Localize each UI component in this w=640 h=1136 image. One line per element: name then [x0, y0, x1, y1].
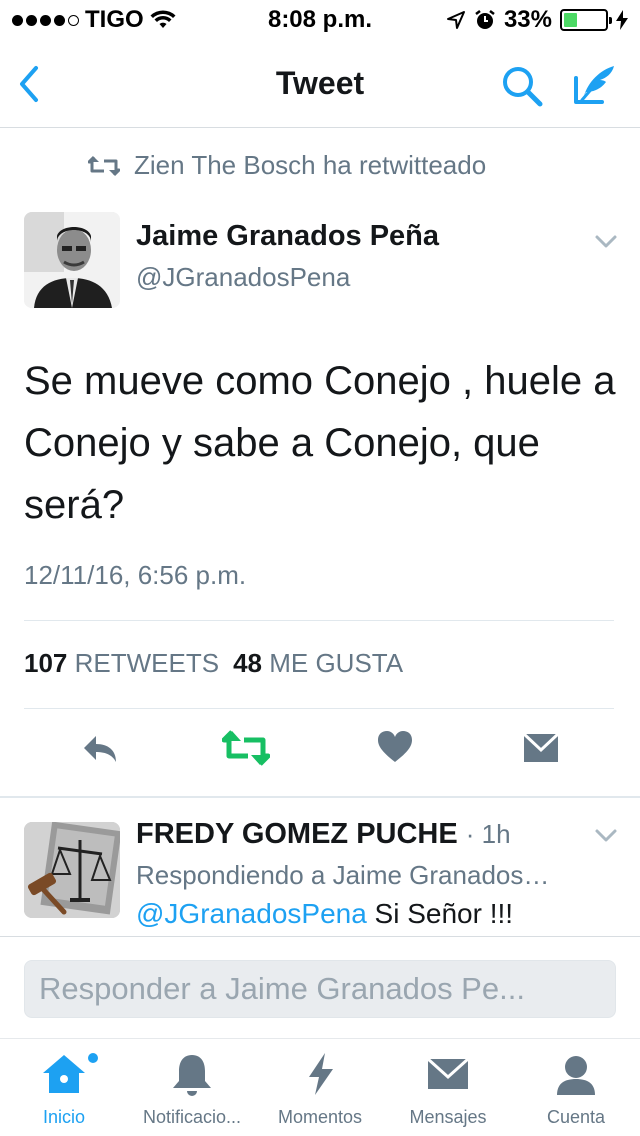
- lightning-icon: [309, 1053, 333, 1095]
- tweet-actions: [0, 728, 640, 778]
- like-label: ME GUSTA: [269, 648, 404, 678]
- author-name[interactable]: Jaime Granados Peña: [136, 220, 439, 253]
- tab-label: Notificacio...: [142, 1107, 242, 1127]
- reply-text: @JGranadosPena Si Señor !!!: [136, 898, 513, 930]
- tab-momentos[interactable]: Momentos: [256, 1039, 384, 1136]
- bell-icon: [173, 1055, 211, 1096]
- reply-context: Respondiendo a Jaime Granados…: [136, 860, 550, 890]
- author-handle[interactable]: @JGranadosPena: [136, 262, 350, 293]
- status-time: 8:08 p.m.: [267, 6, 373, 33]
- tweet-timestamp: 12/11/16, 6:56 p.m.: [24, 560, 247, 590]
- navigation-bar: Tweet: [0, 40, 640, 128]
- section-separator: [0, 796, 640, 798]
- tab-label: Mensajes: [409, 1107, 487, 1127]
- status-right: 33%: [408, 6, 628, 34]
- location-arrow-icon: [446, 11, 465, 29]
- reply-time: · 1h: [465, 819, 511, 849]
- heart-icon[interactable]: [376, 728, 414, 766]
- retweet-label: RETWEETS: [74, 648, 220, 678]
- retweet-context-text: Zien The Bosch ha retwitteado: [134, 150, 487, 180]
- likes-stat[interactable]: 48 ME GUSTA: [233, 648, 403, 679]
- reply-icon[interactable]: [80, 728, 120, 768]
- wifi-icon: [150, 10, 176, 28]
- retweet-count: 107: [24, 648, 68, 678]
- like-count: 48: [233, 648, 262, 678]
- tab-label: Momentos: [277, 1107, 363, 1127]
- home-notification-dot: [86, 1051, 100, 1065]
- tab-mensajes[interactable]: Mensajes: [384, 1039, 512, 1136]
- status-left: TIGO: [12, 6, 232, 34]
- retweet-icon[interactable]: [222, 728, 270, 768]
- tab-cuenta[interactable]: Cuenta: [512, 1039, 640, 1136]
- direct-message-icon[interactable]: [522, 728, 560, 766]
- reply-author-name[interactable]: FREDY GOMEZ PUCHE · 1h: [136, 818, 511, 851]
- author-photo: [24, 212, 120, 308]
- tab-inicio[interactable]: Inicio: [0, 1039, 128, 1136]
- back-chevron-icon[interactable]: [14, 62, 44, 106]
- search-icon[interactable]: [500, 64, 544, 108]
- tab-label: Inicio: [42, 1107, 86, 1127]
- retweet-small-icon: [88, 155, 120, 176]
- signal-strength-icon: [12, 14, 79, 26]
- status-bar: TIGO 8:08 p.m. 33%: [0, 0, 640, 40]
- reply-author-name-text: FREDY GOMEZ PUCHE: [136, 818, 458, 850]
- tab-notificaciones[interactable]: Notificacio...: [128, 1039, 256, 1136]
- home-icon: [43, 1055, 85, 1093]
- compose-tweet-icon[interactable]: [572, 62, 618, 108]
- chevron-down-icon[interactable]: [594, 234, 618, 250]
- battery-percentage: 33%: [503, 6, 552, 33]
- reply-separator: [0, 936, 640, 937]
- divider: [24, 708, 614, 709]
- chevron-down-icon[interactable]: [594, 828, 618, 844]
- retweet-context[interactable]: Zien The Bosch ha retwitteado: [88, 150, 486, 181]
- scales-of-justice-image: [24, 822, 120, 918]
- tweet-stats: 107 RETWEETS 48 ME GUSTA: [24, 648, 403, 679]
- charging-bolt-icon: [616, 10, 628, 30]
- author-avatar[interactable]: [24, 212, 120, 308]
- tab-bar: Inicio Notificacio... Momentos Mensajes …: [0, 1038, 640, 1136]
- person-icon: [557, 1056, 595, 1095]
- tab-label: Cuenta: [546, 1107, 606, 1127]
- page-title: Tweet: [275, 65, 365, 101]
- reply-input[interactable]: Responder a Jaime Granados Pe...: [24, 960, 616, 1018]
- battery-icon: [560, 9, 612, 31]
- reply-author-avatar[interactable]: [24, 822, 120, 918]
- divider: [24, 620, 614, 621]
- carrier-name: TIGO: [85, 6, 144, 33]
- reply-mention-link[interactable]: @JGranadosPena: [136, 898, 367, 929]
- battery-fill: [564, 13, 578, 27]
- reply-text-body: Si Señor !!!: [366, 898, 514, 929]
- retweets-stat[interactable]: 107 RETWEETS: [24, 648, 219, 679]
- alarm-icon: [475, 10, 495, 29]
- tweet-text: Se mueve como Conejo , huele a Conejo y …: [24, 359, 616, 527]
- envelope-icon: [426, 1057, 470, 1089]
